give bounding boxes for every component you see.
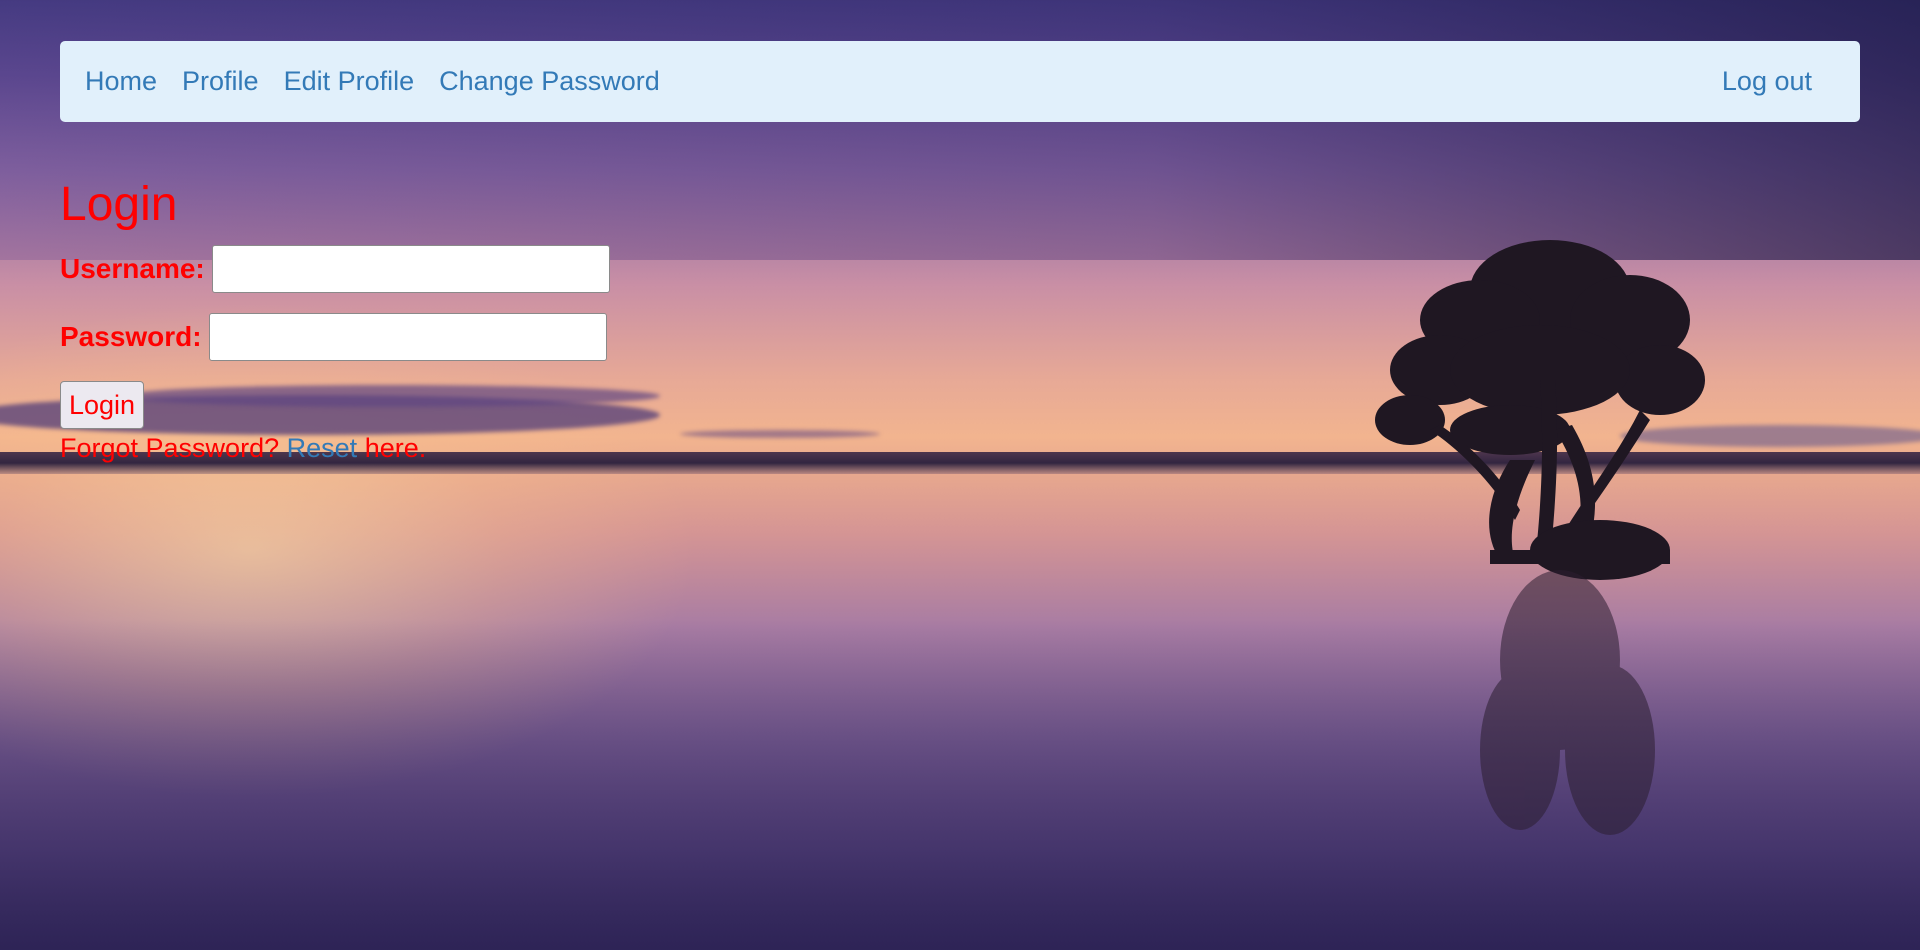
- page-title: Login: [60, 178, 178, 231]
- password-label: Password:: [60, 321, 202, 352]
- reset-password-link[interactable]: Reset: [287, 433, 358, 463]
- nav-right-group: Log out: [1722, 66, 1812, 97]
- reset-here-text: here.: [364, 433, 427, 463]
- tree-silhouette-icon: [1375, 240, 1705, 835]
- nav-change-password-link[interactable]: Change Password: [439, 66, 660, 97]
- password-input[interactable]: [208, 313, 607, 361]
- username-label: Username:: [60, 253, 205, 284]
- password-row: Password:: [60, 313, 610, 361]
- nav-links: Home Profile Edit Profile Change Passwor…: [85, 66, 660, 97]
- login-button[interactable]: Login: [60, 381, 145, 429]
- forgot-password-text: Forgot Password?: [60, 433, 280, 463]
- nav-home-link[interactable]: Home: [85, 66, 157, 97]
- nav-profile-link[interactable]: Profile: [182, 66, 259, 97]
- logout-link[interactable]: Log out: [1722, 66, 1812, 96]
- username-input[interactable]: [211, 245, 610, 293]
- nav-edit-profile-link[interactable]: Edit Profile: [284, 66, 415, 97]
- login-form: Login Username: Password: Login Forgot P…: [60, 175, 610, 465]
- background-image: [0, 0, 1920, 950]
- top-navbar: Home Profile Edit Profile Change Passwor…: [60, 41, 1860, 122]
- username-row: Username:: [60, 245, 610, 293]
- forgot-password-line: Forgot Password? Reset here.: [60, 431, 610, 465]
